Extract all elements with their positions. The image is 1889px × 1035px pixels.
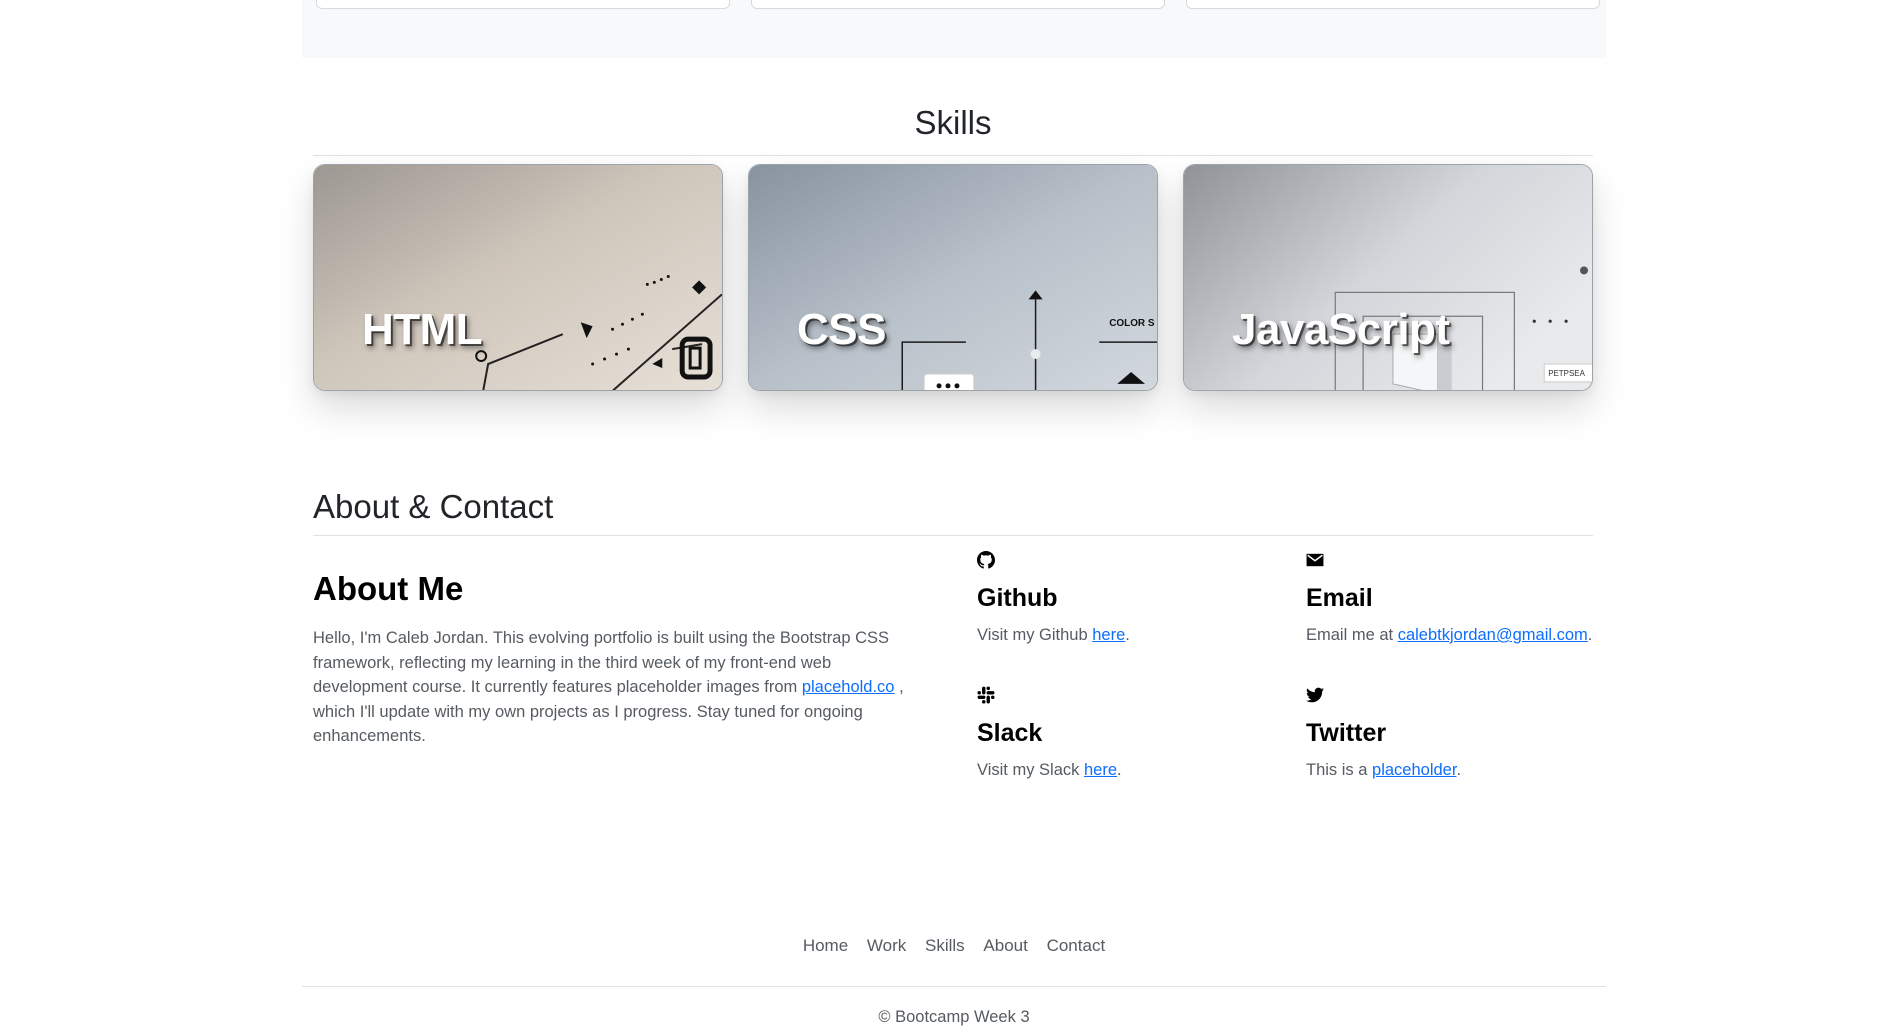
skill-card-javascript[interactable]: PETPSEA JavaScript xyxy=(1183,164,1593,391)
github-title: Github xyxy=(977,584,1058,612)
footer-link-skills[interactable]: Skills xyxy=(925,936,965,955)
contact-slack: Slack Visit my Slack here. xyxy=(977,686,1297,780)
about-me-heading: About Me xyxy=(313,570,464,607)
slack-text: Visit my Slack here. xyxy=(977,761,1122,779)
javascript-card-image: PETPSEA xyxy=(1184,165,1592,390)
slack-title: Slack xyxy=(977,719,1043,747)
twitter-link[interactable]: placeholder xyxy=(1372,761,1456,779)
contact-email: Email Email me at calebtkjordan@gmail.co… xyxy=(1306,551,1626,645)
email-text: Email me at calebtkjordan@gmail.com. xyxy=(1306,626,1593,644)
about-me-text: Hello, I'm Caleb Jordan. This evolving p… xyxy=(313,629,904,745)
work-card[interactable] xyxy=(316,0,730,9)
github-text: Visit my Github here. xyxy=(977,626,1130,644)
skills-title: Skills xyxy=(914,104,992,141)
footer-divider xyxy=(302,986,1606,987)
about-contact-title: About & Contact xyxy=(313,488,554,525)
skill-card-css[interactable]: COLOR S CSS xyxy=(748,164,1158,391)
github-link[interactable]: here xyxy=(1092,626,1125,644)
footer-copyright: © Bootcamp Week 3 xyxy=(878,1008,1030,1026)
html-card-image xyxy=(314,165,722,390)
twitter-icon xyxy=(1306,687,1324,703)
svg-text:PETPSEA: PETPSEA xyxy=(1548,369,1585,378)
footer-link-about[interactable]: About xyxy=(983,936,1027,955)
footer-nav: Home Work Skills About Contact xyxy=(302,936,1606,956)
work-card[interactable] xyxy=(1186,0,1600,9)
twitter-title: Twitter xyxy=(1306,719,1387,747)
skill-label-css: CSS xyxy=(797,305,886,354)
twitter-text: This is a placeholder. xyxy=(1306,761,1462,779)
placehold-link[interactable]: placehold.co xyxy=(802,678,895,696)
skill-label-html: HTML xyxy=(362,305,483,354)
footer-link-work[interactable]: Work xyxy=(867,936,906,955)
work-card[interactable] xyxy=(751,0,1165,9)
contact-twitter: Twitter This is a placeholder. xyxy=(1306,686,1626,780)
github-icon xyxy=(977,551,995,569)
skill-label-javascript: JavaScript xyxy=(1232,305,1450,354)
footer-link-contact[interactable]: Contact xyxy=(1047,936,1106,955)
skill-card-html[interactable]: HTML xyxy=(313,164,723,391)
envelope-icon xyxy=(1306,553,1324,567)
about-contact-divider xyxy=(313,535,1593,536)
skills-divider xyxy=(313,155,1593,156)
work-section-bottom xyxy=(302,0,1606,58)
slack-icon xyxy=(977,686,995,704)
slack-link[interactable]: here xyxy=(1084,761,1117,779)
footer-link-home[interactable]: Home xyxy=(803,936,848,955)
css-card-image: COLOR S xyxy=(749,165,1157,390)
contact-github: Github Visit my Github here. xyxy=(977,551,1297,645)
svg-text:COLOR S: COLOR S xyxy=(1109,318,1155,329)
email-link[interactable]: calebtkjordan@gmail.com xyxy=(1398,626,1588,644)
email-title: Email xyxy=(1306,584,1373,612)
